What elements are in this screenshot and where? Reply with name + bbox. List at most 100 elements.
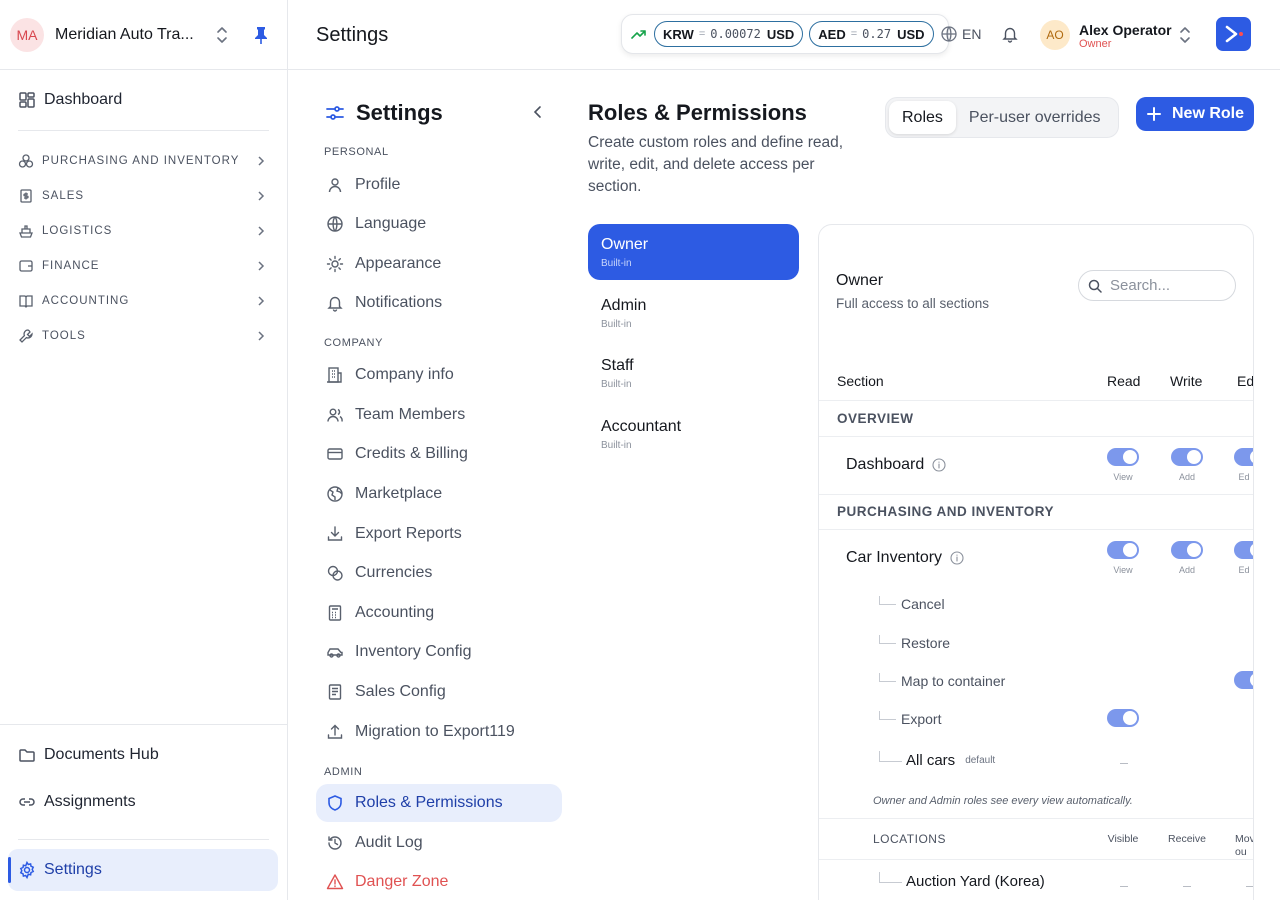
section-label-company: COMPANY xyxy=(324,337,384,349)
locations-heading: LOCATIONS xyxy=(873,832,946,846)
settings-item-appearance[interactable]: Appearance xyxy=(316,245,562,283)
empty-cell xyxy=(1183,886,1191,887)
nav-group-purchasing[interactable]: PURCHASING AND INVENTORY xyxy=(0,143,287,178)
language-switcher[interactable]: EN xyxy=(940,25,981,43)
category-purchasing: PURCHASING AND INVENTORY xyxy=(837,504,1055,519)
ship-icon xyxy=(18,223,34,239)
user-name[interactable]: Alex Operator xyxy=(1079,22,1172,38)
sliders-icon xyxy=(324,102,346,124)
nav-group-tools[interactable]: TOOLS xyxy=(0,318,287,353)
sub-action-restore: Restore xyxy=(879,635,950,651)
settings-item-migration[interactable]: Migration to Export119 xyxy=(316,713,562,751)
chevron-right-icon xyxy=(255,225,267,237)
role-name: Staff xyxy=(601,357,634,374)
nav-assignments-label: Assignments xyxy=(44,792,136,810)
category-overview: OVERVIEW xyxy=(837,411,914,426)
nav-settings[interactable]: Settings xyxy=(8,849,278,891)
trending-up-icon xyxy=(630,25,648,43)
nav-group-label: ACCOUNTING xyxy=(42,294,130,307)
roles-view-tabs: Roles Per-user overrides xyxy=(885,97,1119,138)
org-switcher[interactable]: MA Meridian Auto Tra... xyxy=(0,0,287,70)
settings-item-profile[interactable]: Profile xyxy=(316,166,562,204)
settings-item-roles-permissions[interactable]: Roles & Permissions xyxy=(316,784,562,822)
role-card-staff[interactable]: Staff Built-in xyxy=(588,345,799,401)
toggle-car-inventory-write[interactable] xyxy=(1171,541,1203,559)
new-role-button[interactable]: New Role xyxy=(1136,97,1254,131)
chevron-up-down-icon[interactable] xyxy=(215,26,229,44)
bell-icon[interactable] xyxy=(1001,25,1019,43)
nav-group-logistics[interactable]: LOGISTICS xyxy=(0,213,287,248)
toggle-car-inventory-edit[interactable] xyxy=(1234,541,1253,559)
column-edit: Ed xyxy=(1237,373,1254,389)
selected-role-name: Owner xyxy=(836,272,884,289)
role-card-admin[interactable]: Admin Built-in xyxy=(588,285,799,341)
settings-item-language[interactable]: Language xyxy=(316,205,562,243)
toggle-map-to-container[interactable] xyxy=(1234,671,1253,689)
role-card-owner[interactable]: Owner Built-in xyxy=(588,224,799,280)
location-row: Auction Yard (Korea) xyxy=(879,873,1045,890)
sub-action-cancel: Cancel xyxy=(879,596,945,612)
toggle-car-inventory-read[interactable] xyxy=(1107,541,1139,559)
nav-group-accounting[interactable]: ACCOUNTING xyxy=(0,283,287,318)
sidebar-bottom: Documents Hub Assignments xyxy=(0,724,287,840)
row-label: Dashboard xyxy=(846,456,925,473)
locations-col-move-out: Mov ou xyxy=(1235,833,1254,858)
settings-item-currencies[interactable]: Currencies xyxy=(316,554,562,592)
empty-cell xyxy=(1246,886,1253,887)
brand-logo-icon[interactable] xyxy=(1216,17,1251,51)
locations-col-visible: Visible xyxy=(1107,833,1139,845)
settings-item-label: Team Members xyxy=(355,406,466,423)
settings-item-danger-zone[interactable]: Danger Zone xyxy=(316,863,562,900)
role-name: Owner xyxy=(601,236,649,253)
nav-group-sales[interactable]: SALES xyxy=(0,178,287,213)
chevron-right-icon xyxy=(255,295,267,307)
toggle-dashboard-edit[interactable] xyxy=(1234,448,1253,466)
settings-item-company-info[interactable]: Company info xyxy=(316,356,562,394)
toggle-dashboard-read[interactable] xyxy=(1107,448,1139,466)
nav-documents-hub[interactable]: Documents Hub xyxy=(0,731,287,778)
search-input[interactable] xyxy=(1110,277,1225,294)
chevron-right-icon xyxy=(255,155,267,167)
globe-grid-icon xyxy=(326,485,344,503)
settings-item-notifications[interactable]: Notifications xyxy=(316,284,562,322)
rate-chip-krw[interactable]: KRW = 0.00072 USD xyxy=(654,21,804,47)
user-avatar[interactable]: AO xyxy=(1040,20,1070,50)
nav-group-label: SALES xyxy=(42,189,85,202)
settings-item-marketplace[interactable]: Marketplace xyxy=(316,475,562,513)
settings-menu-title: Settings xyxy=(356,100,443,125)
chevron-left-icon[interactable] xyxy=(531,104,545,120)
toggle-dashboard-write[interactable] xyxy=(1171,448,1203,466)
settings-item-team-members[interactable]: Team Members xyxy=(316,396,562,434)
wrench-icon xyxy=(18,328,34,344)
toggle-caption: Add xyxy=(1178,472,1195,482)
tab-per-user-overrides[interactable]: Per-user overrides xyxy=(956,101,1114,134)
settings-item-audit-log[interactable]: Audit Log xyxy=(316,824,562,862)
currency-ticker[interactable]: KRW = 0.00072 USD AED = 0.27 USD xyxy=(621,14,949,54)
settings-item-accounting[interactable]: Accounting xyxy=(316,594,562,632)
receipt-icon xyxy=(18,188,34,204)
toggle-export[interactable] xyxy=(1107,709,1139,727)
nav-group-label: TOOLS xyxy=(42,329,86,342)
settings-item-export-reports[interactable]: Export Reports xyxy=(316,515,562,553)
search-icon xyxy=(1088,279,1102,293)
row-divider xyxy=(819,400,1253,401)
rate-chip-aed[interactable]: AED = 0.27 USD xyxy=(809,21,934,47)
nav-group-finance[interactable]: FINANCE xyxy=(0,248,287,283)
tab-roles[interactable]: Roles xyxy=(889,101,956,134)
nav-assignments[interactable]: Assignments xyxy=(0,778,287,825)
chevron-up-down-icon[interactable] xyxy=(1178,26,1192,44)
sub-action-label: Restore xyxy=(901,635,951,651)
pin-icon[interactable] xyxy=(253,26,269,44)
role-card-accountant[interactable]: Accountant Built-in xyxy=(588,406,799,462)
settings-item-sales-config[interactable]: Sales Config xyxy=(316,673,562,711)
info-icon[interactable] xyxy=(950,551,964,565)
settings-item-credits-billing[interactable]: Credits & Billing xyxy=(316,435,562,473)
row-dashboard: Dashboard xyxy=(846,456,946,474)
info-icon[interactable] xyxy=(932,458,946,472)
settings-item-label: Export Reports xyxy=(355,525,462,542)
settings-item-inventory-config[interactable]: Inventory Config xyxy=(316,633,562,671)
link-icon xyxy=(18,793,36,811)
permission-search[interactable] xyxy=(1078,270,1236,301)
column-section: Section xyxy=(837,373,884,389)
nav-dashboard[interactable]: Dashboard xyxy=(0,88,287,112)
